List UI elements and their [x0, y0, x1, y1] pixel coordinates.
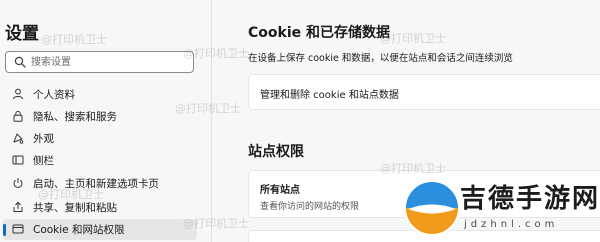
search-icon — [14, 56, 26, 68]
sidebar-item-label: 隐私、搜索和服务 — [33, 111, 117, 123]
logo-domain: jdzhnl.com — [464, 219, 559, 230]
share-icon — [13, 201, 23, 212]
watermark: @打印机卫士 — [380, 32, 446, 45]
sidebar-item-label: 外观 — [33, 133, 54, 145]
manage-cookies-card[interactable]: 管理和删除 cookie 和站点数据 — [248, 74, 600, 110]
manage-cookies-label: 管理和删除 cookie 和站点数据 — [260, 90, 399, 101]
sidebar-item-cookies[interactable]: Cookie 和网站权限 — [3, 219, 197, 240]
sidebar-item-profile[interactable]: 个人资料 — [3, 84, 197, 105]
search-input[interactable] — [31, 52, 189, 72]
cookie-section-description: 在设备上保存 cookie 和数据，以便在站点和会话之间连续浏览 — [248, 53, 513, 64]
appearance-icon — [13, 133, 24, 144]
sidebar-item-label: 侧栏 — [33, 155, 54, 167]
watermark: @打印机卫士 — [175, 102, 241, 115]
sidebar-item-label: 共享、复制和粘贴 — [33, 202, 117, 214]
site-permissions-title: 站点权限 — [248, 144, 304, 160]
search-settings-box[interactable] — [5, 51, 194, 73]
sidebar-item-label: 个人资料 — [33, 89, 75, 101]
cookie-section-title: Cookie 和已存储数据 — [248, 25, 390, 41]
site-logo: 吉德手游网 jdzhnl.com — [402, 174, 600, 242]
sidebar-item-appearance[interactable]: 外观 — [3, 128, 197, 149]
watermark: @打印机卫士 — [183, 47, 249, 60]
logo-text: 吉德手游网 — [460, 184, 600, 214]
all-sites-title: 所有站点 — [260, 185, 300, 196]
sidebar-item-label: Cookie 和网站权限 — [33, 224, 125, 236]
sidebar-item-sidebar[interactable]: 侧栏 — [3, 150, 197, 171]
sidebar-item-privacy[interactable]: 隐私、搜索和服务 — [3, 106, 197, 127]
power-icon — [13, 178, 23, 188]
logo-emblem-icon — [404, 180, 460, 236]
sidebar-title: 设置 — [5, 24, 39, 44]
lock-icon — [13, 110, 23, 122]
user-icon — [13, 88, 23, 100]
all-sites-description: 查看你访问的网站的权限 — [260, 202, 360, 212]
sidebar-icon — [12, 155, 24, 165]
watermark: @打印机卫士 — [41, 33, 107, 46]
cookie-icon — [12, 224, 24, 234]
watermark: @打印机卫士 — [38, 188, 104, 201]
watermark: @打印机卫士 — [183, 217, 249, 230]
